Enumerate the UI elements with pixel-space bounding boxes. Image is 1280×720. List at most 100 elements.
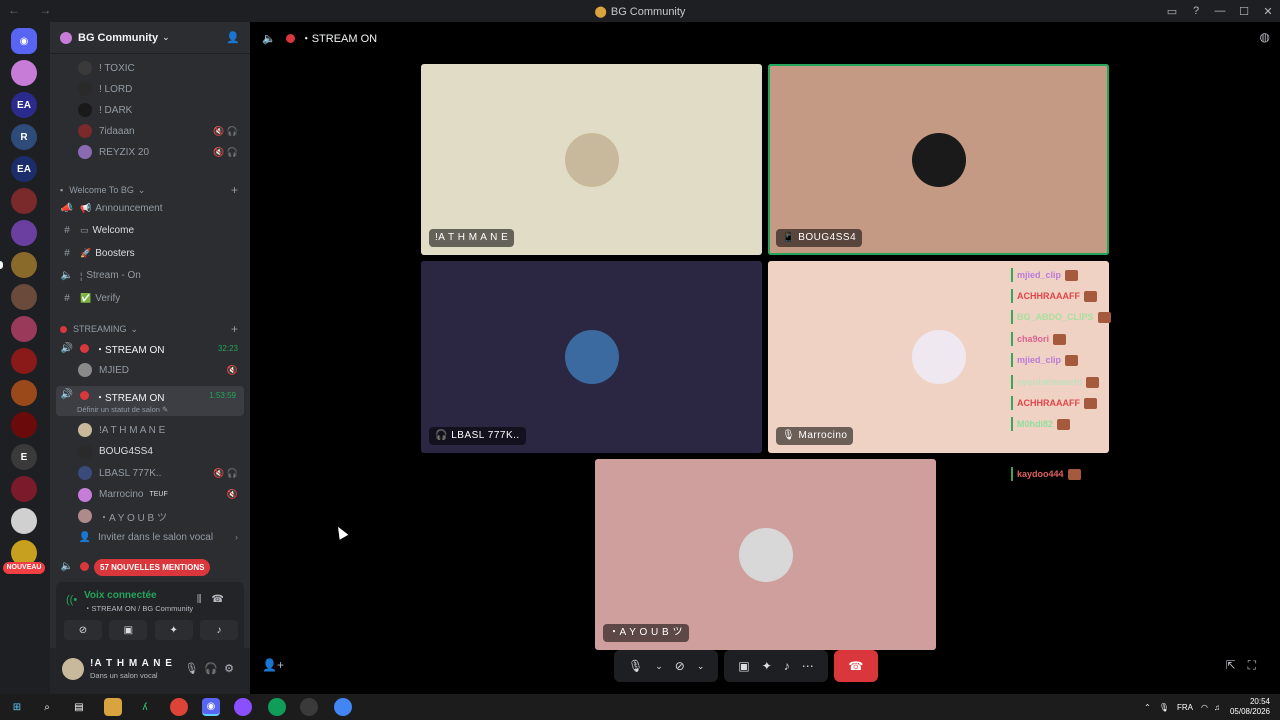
more-options-icon[interactable]: ⋯	[802, 659, 814, 673]
chrome-icon[interactable]	[334, 698, 352, 716]
server-red-icon[interactable]	[11, 188, 37, 214]
server-gold-icon[interactable]	[11, 252, 37, 278]
new-badge[interactable]: NOUVEAU	[3, 562, 45, 574]
popout-icon[interactable]: ⇱	[1226, 658, 1248, 672]
user-name[interactable]: !A T H M A N E	[90, 658, 173, 669]
disconnect-icon[interactable]: ☎	[212, 594, 234, 605]
signal-icon[interactable]: ((•	[66, 594, 77, 606]
noise-suppression-icon[interactable]: ⫼	[197, 594, 212, 605]
server-ea-icon[interactable]: EA	[11, 92, 37, 118]
chevron-up-icon[interactable]: ⌃	[1144, 703, 1151, 712]
category-welcome[interactable]: ▪ Welcome To BG ⌄ +	[50, 182, 250, 198]
file-explorer-icon[interactable]	[104, 698, 122, 716]
server-pink-icon[interactable]	[11, 60, 37, 86]
app-icon[interactable]	[300, 698, 318, 716]
search-icon[interactable]: ⌕	[38, 698, 56, 716]
help-icon[interactable]: ?	[1184, 0, 1208, 22]
channel-item[interactable]: # 🚀 Boosters	[50, 243, 250, 263]
headphones-icon[interactable]: 🎧	[204, 663, 224, 675]
user-avatar[interactable]	[62, 658, 84, 680]
voice-member[interactable]: Marrocino TEUF 🔇	[50, 485, 250, 505]
server-anime-icon[interactable]	[11, 316, 37, 342]
server-crimson-icon[interactable]	[11, 412, 37, 438]
voice-member[interactable]: ! LORD	[50, 79, 250, 99]
task-view-icon[interactable]: ▤	[70, 698, 88, 716]
voice-member[interactable]: !A T H M A N E	[50, 420, 250, 440]
add-member-icon[interactable]: 👤	[226, 31, 240, 44]
settings-gear-icon[interactable]: ⚙	[224, 663, 240, 675]
voice-member[interactable]: ・A Y O U B ツ	[50, 506, 250, 526]
camera-off-icon[interactable]: ⊘	[64, 620, 102, 640]
server-r-icon[interactable]: R	[11, 124, 37, 150]
add-channel-icon[interactable]: +	[231, 183, 238, 197]
video-tile-ayoub[interactable]: ・A Y O U B ツ	[595, 459, 936, 650]
wifi-icon[interactable]: ◠	[1201, 703, 1208, 712]
screen-share-icon[interactable]: ▣	[738, 659, 749, 673]
video-tile-lbasl[interactable]: 🎧 LBASL 777K..	[421, 261, 762, 453]
mic-icon[interactable]: 🎙	[1159, 703, 1169, 712]
channel-name: ・STREAM ON	[95, 344, 165, 356]
inbox-icon[interactable]: ▭	[1160, 0, 1184, 22]
chrome-icon[interactable]	[268, 698, 286, 716]
clock[interactable]: 20:54 05/08/2026	[1230, 697, 1270, 717]
screen-share-icon[interactable]: ▣	[109, 620, 148, 640]
discord-taskbar-icon[interactable]: ◉	[202, 698, 220, 716]
invite-user-icon[interactable]: 👤+	[262, 658, 284, 672]
category-streaming[interactable]: STREAMING ⌄ +	[50, 321, 250, 337]
voice-member[interactable]: LBASL 777K.. 🔇 🎧	[50, 463, 250, 483]
activities-icon[interactable]: ✦	[762, 659, 772, 673]
voice-channel-stream-2[interactable]: 🔊 ・STREAM ON 1:53:59 Définir un statut d…	[56, 386, 244, 416]
mic-icon[interactable]: 🎙	[184, 663, 204, 675]
guild-header[interactable]: BG Community ⌄ 👤	[50, 22, 250, 54]
maximize-button[interactable]: ☐	[1232, 0, 1256, 22]
chrome-icon[interactable]	[170, 698, 188, 716]
chevron-down-icon[interactable]: ⌄	[697, 661, 705, 672]
voice-channel-stream-1[interactable]: 🔊 ・STREAM ON 32:23	[50, 338, 250, 358]
channel-status[interactable]: Définir un statut de salon ✎	[77, 405, 168, 414]
server-maroon-icon[interactable]	[11, 476, 37, 502]
voice-member-mjied[interactable]: MJIED 🔇	[50, 360, 250, 380]
add-channel-icon[interactable]: +	[231, 322, 238, 336]
close-button[interactable]: ✕	[1256, 0, 1280, 22]
channel-item[interactable]: # ✅ Verify	[50, 288, 250, 308]
discord-home-icon[interactable]: ◉	[11, 28, 37, 54]
server-white-icon[interactable]	[11, 508, 37, 534]
new-mentions-badge[interactable]: 57 NOUVELLES MENTIONS	[94, 559, 211, 576]
activities-icon[interactable]: ✦	[154, 620, 193, 640]
video-tile-boug4ss4[interactable]: 📱 BOUG4SS4	[768, 64, 1109, 255]
voice-member[interactable]: BOUG4SS4	[50, 442, 250, 462]
server-purple-icon[interactable]	[11, 220, 37, 246]
voice-status-title[interactable]: Voix connectée	[84, 590, 157, 601]
voice-member[interactable]: REYZIX 20 🔇 🎧	[50, 142, 250, 162]
member-name: REYZIX 20	[99, 146, 150, 158]
language-indicator[interactable]: FRA	[1177, 703, 1193, 712]
invite-voice-row[interactable]: 👤 Inviter dans le salon vocal ›	[50, 527, 250, 547]
voice-status-channel[interactable]: ・STREAM ON / BG Community	[84, 603, 193, 614]
video-tile-athmane[interactable]: !A T H M A N E	[421, 64, 762, 255]
voice-member[interactable]: 7idaaan 🔇 🎧	[50, 121, 250, 141]
channel-item[interactable]: 🔈 ¦ Stream - On	[50, 266, 250, 286]
server-e-icon[interactable]: E	[11, 444, 37, 470]
app-icon[interactable]	[234, 698, 252, 716]
mic-icon[interactable]: 🎙	[628, 659, 643, 673]
server-ea-2-icon[interactable]: EA	[11, 156, 37, 182]
server-brown-icon[interactable]	[11, 284, 37, 310]
voice-member[interactable]: ! TOXIC	[50, 58, 250, 78]
volume-icon[interactable]: ♫	[1214, 703, 1220, 712]
server-orange-icon[interactable]	[11, 380, 37, 406]
soundboard-icon[interactable]: ♪	[199, 620, 238, 640]
fullscreen-icon[interactable]: ⛶	[1248, 658, 1268, 672]
server-dark-red-icon[interactable]	[11, 348, 37, 374]
minimize-button[interactable]: —	[1208, 0, 1232, 22]
app-icon[interactable]: ʎ	[136, 698, 154, 716]
speaker-icon: 🔈	[60, 560, 74, 572]
soundboard-icon[interactable]: ♪	[784, 659, 790, 673]
camera-off-icon[interactable]: ⊘	[675, 659, 685, 673]
chevron-down-icon[interactable]: ⌄	[655, 661, 663, 672]
channel-item[interactable]: # ▭ Welcome	[50, 221, 250, 241]
activity-icon[interactable]: ◍	[1260, 30, 1270, 44]
start-icon[interactable]: ⊞	[8, 698, 26, 716]
disconnect-button[interactable]: ☎	[833, 650, 878, 682]
voice-member[interactable]: ! DARK	[50, 100, 250, 120]
channel-item[interactable]: 📣 📢 Announcement	[50, 198, 250, 218]
